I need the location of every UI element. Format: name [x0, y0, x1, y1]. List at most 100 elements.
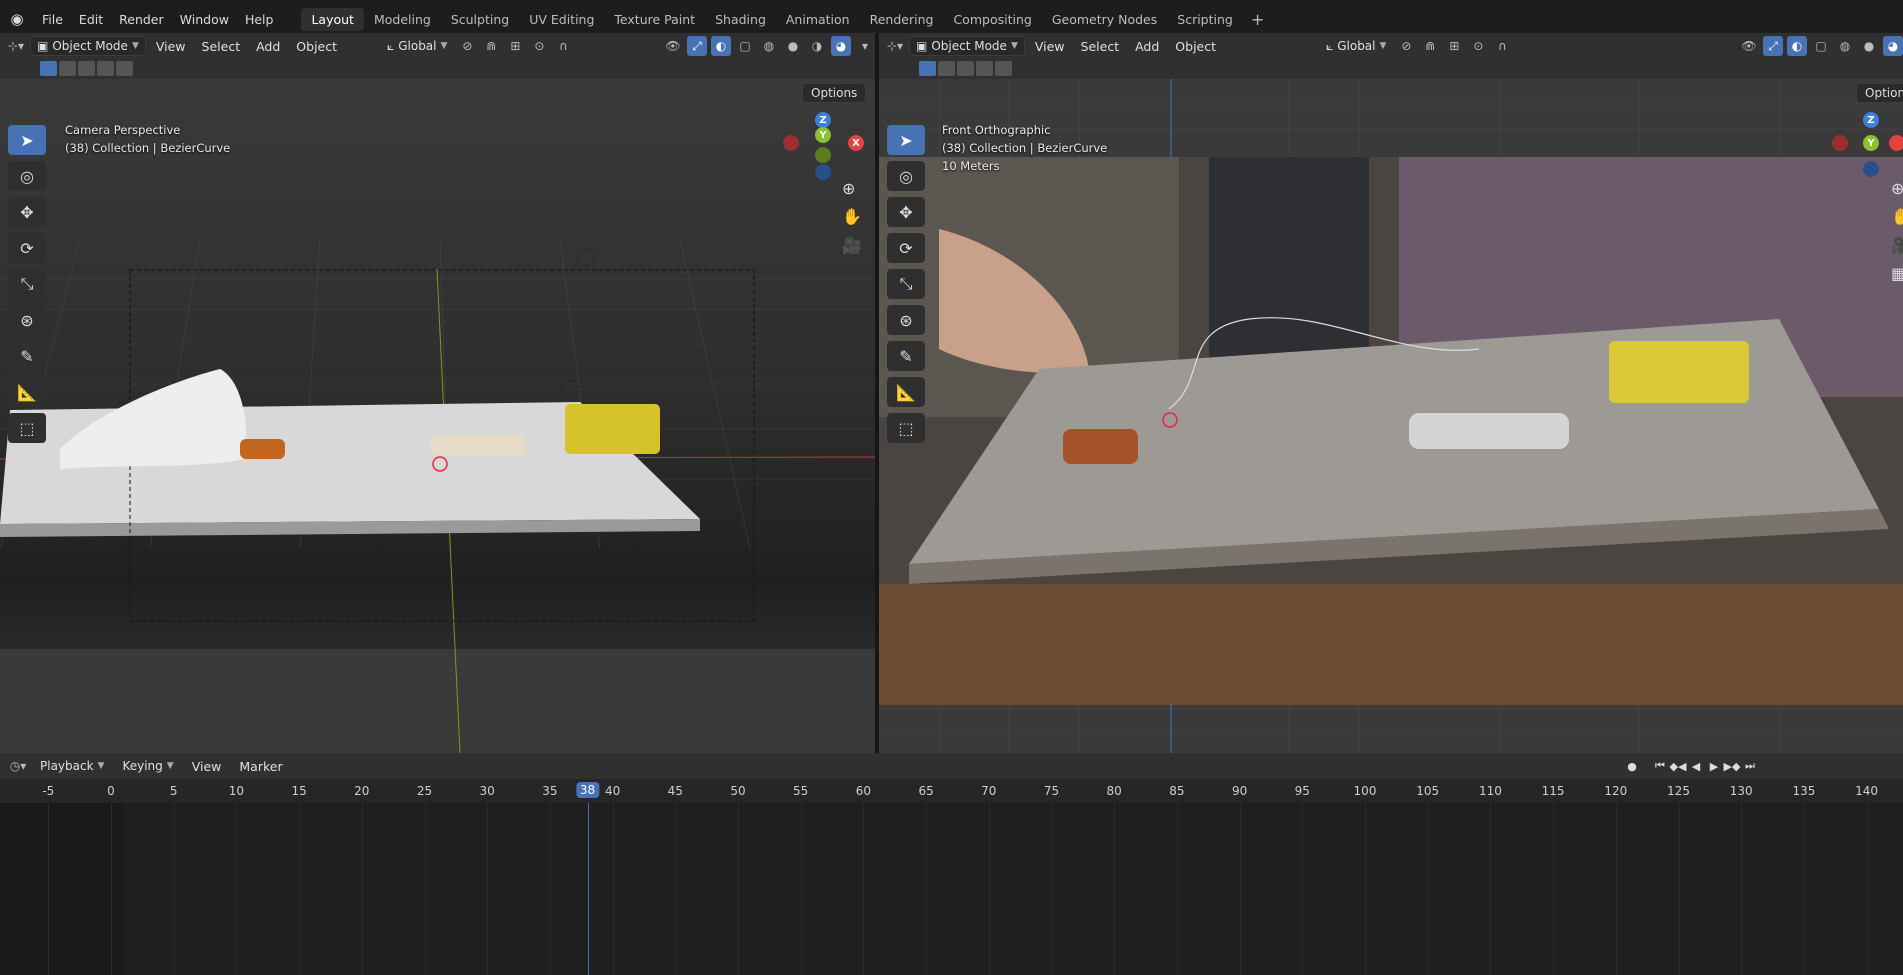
snap-target-icon[interactable]: ⊞	[1444, 36, 1464, 56]
gizmo-z-axis[interactable]: Z	[815, 112, 831, 128]
menu-view[interactable]: View	[186, 759, 228, 774]
jump-end-icon[interactable]: ⏭	[1742, 758, 1758, 774]
menu-select[interactable]: Select	[1075, 39, 1126, 54]
tab-shading[interactable]: Shading	[705, 8, 776, 31]
move-icon[interactable]: ✥	[8, 197, 46, 227]
menu-view[interactable]: View	[150, 39, 192, 54]
menu-add[interactable]: Add	[250, 39, 286, 54]
select-intersect-icon[interactable]	[995, 61, 1012, 76]
menu-add[interactable]: Add	[1129, 39, 1165, 54]
menu-marker[interactable]: Marker	[233, 759, 288, 774]
select-new-icon[interactable]	[919, 61, 936, 76]
visibility-icon[interactable]: 👁	[663, 36, 683, 56]
mode-dropdown[interactable]: ▣ Object Mode ▼	[909, 36, 1025, 56]
select-invert-icon[interactable]	[976, 61, 993, 76]
camera-view-icon[interactable]: 🎥	[842, 236, 862, 255]
zoom-icon[interactable]: ⊕	[1891, 179, 1903, 198]
proportional-edit-icon[interactable]: ⊙	[1468, 36, 1488, 56]
rotate-icon[interactable]: ⟳	[8, 233, 46, 263]
select-box-icon[interactable]: ➤	[887, 125, 925, 155]
tab-rendering[interactable]: Rendering	[860, 8, 944, 31]
options-button[interactable]: Options	[802, 83, 867, 103]
gizmo-neg-y-axis[interactable]	[815, 147, 831, 163]
solid-shading-icon[interactable]: ●	[783, 36, 803, 56]
tab-layout[interactable]: Layout	[301, 7, 364, 31]
select-intersect-icon[interactable]	[116, 61, 133, 76]
tab-geometry-nodes[interactable]: Geometry Nodes	[1042, 8, 1167, 31]
select-invert-icon[interactable]	[97, 61, 114, 76]
pivot-icon[interactable]: ⊘	[1396, 36, 1416, 56]
pan-hand-icon[interactable]: ✋	[1891, 207, 1903, 226]
transform-icon[interactable]: ⊛	[887, 305, 925, 335]
gizmo-neg-z-axis[interactable]	[1863, 161, 1879, 177]
gizmo-y-axis[interactable]: Y	[815, 127, 831, 143]
material-shading-icon[interactable]: ◑	[807, 36, 827, 56]
select-extend-icon[interactable]	[938, 61, 955, 76]
frame-ruler[interactable]: -5 0 5 10 15 20 25 30 35 40 45 50 55 60 65 70 75 80 85 90 95…	[0, 779, 1903, 803]
visibility-icon[interactable]: 👁	[1739, 36, 1759, 56]
menu-view[interactable]: View	[1029, 39, 1071, 54]
menu-edit[interactable]: Edit	[71, 12, 111, 27]
transform-icon[interactable]: ⊛	[8, 305, 46, 335]
menu-render[interactable]: Render	[111, 12, 172, 27]
select-new-icon[interactable]	[40, 61, 57, 76]
rendered-shading-icon[interactable]: ◕	[831, 36, 851, 56]
playhead-line[interactable]	[587, 803, 589, 975]
gizmo-y-axis[interactable]: Y	[1863, 135, 1879, 151]
orientation-dropdown[interactable]: ⟀ Global ▼	[1320, 36, 1392, 56]
pan-hand-icon[interactable]: ✋	[842, 207, 862, 226]
annotate-icon[interactable]: ✎	[887, 341, 925, 371]
gizmo-x-axis[interactable]	[1889, 135, 1903, 151]
scale-icon[interactable]: ⤡	[8, 269, 46, 299]
blender-logo-icon[interactable]: ◉	[0, 5, 34, 33]
falloff-icon[interactable]: ∩	[553, 36, 573, 56]
gizmo-neg-x-axis[interactable]	[783, 135, 799, 151]
scale-icon[interactable]: ⤡	[887, 269, 925, 299]
overlay-toggle-icon[interactable]: ◐	[711, 36, 731, 56]
wireframe-shading-icon[interactable]: ◍	[1835, 36, 1855, 56]
rotate-icon[interactable]: ⟳	[887, 233, 925, 263]
options-button[interactable]: Options	[1856, 83, 1903, 103]
wireframe-shading-icon[interactable]: ◍	[759, 36, 779, 56]
snap-target-icon[interactable]: ⊞	[505, 36, 525, 56]
gizmo-toggle-icon[interactable]: ⤢	[687, 36, 707, 56]
left-viewport-canvas[interactable]: Camera Perspective (38) Collection | Bez…	[0, 79, 875, 753]
add-cube-icon[interactable]: ⬚	[8, 413, 46, 443]
orientation-dropdown[interactable]: ⟀ Global ▼	[381, 36, 453, 56]
timeline-track-area[interactable]	[0, 803, 1903, 975]
xray-icon[interactable]: ▢	[735, 36, 755, 56]
xray-icon[interactable]: ▢	[1811, 36, 1831, 56]
measure-icon[interactable]: 📐	[8, 377, 46, 407]
editor-type-icon[interactable]: ⊹▾	[885, 36, 905, 56]
cursor-icon[interactable]: ◎	[8, 161, 46, 191]
snap-icon[interactable]: ⋒	[1420, 36, 1440, 56]
gizmo-z-axis[interactable]: Z	[1863, 112, 1879, 128]
cursor-icon[interactable]: ◎	[887, 161, 925, 191]
right-viewport-canvas[interactable]: Front Orthographic (38) Collection | Bez…	[879, 79, 1903, 753]
play-icon[interactable]: ▶	[1706, 758, 1722, 774]
prev-keyframe-icon[interactable]: ◆◀	[1670, 758, 1687, 774]
menu-help[interactable]: Help	[237, 12, 282, 27]
select-extend-icon[interactable]	[59, 61, 76, 76]
next-keyframe-icon[interactable]: ▶◆	[1724, 758, 1741, 774]
tab-compositing[interactable]: Compositing	[943, 8, 1041, 31]
rendered-shading-icon[interactable]: ◕	[1883, 36, 1903, 56]
select-subtract-icon[interactable]	[78, 61, 95, 76]
jump-start-icon[interactable]: ⏮	[1652, 758, 1668, 774]
overlay-toggle-icon[interactable]: ◐	[1787, 36, 1807, 56]
tab-scripting[interactable]: Scripting	[1167, 8, 1243, 31]
menu-select[interactable]: Select	[196, 39, 247, 54]
shading-options-icon[interactable]: ▾	[855, 36, 875, 56]
move-icon[interactable]: ✥	[887, 197, 925, 227]
tab-sculpting[interactable]: Sculpting	[441, 8, 519, 31]
record-icon[interactable]: ●	[1624, 758, 1640, 774]
proportional-edit-icon[interactable]: ⊙	[529, 36, 549, 56]
keying-dropdown[interactable]: Keying ▼	[116, 756, 179, 776]
zoom-icon[interactable]: ⊕	[842, 179, 855, 198]
gizmo-neg-x-axis[interactable]	[1832, 135, 1848, 151]
tab-modeling[interactable]: Modeling	[364, 8, 441, 31]
solid-shading-icon[interactable]: ●	[1859, 36, 1879, 56]
tab-animation[interactable]: Animation	[776, 8, 860, 31]
play-reverse-icon[interactable]: ◀	[1688, 758, 1704, 774]
mode-dropdown[interactable]: ▣ Object Mode ▼	[30, 36, 146, 56]
